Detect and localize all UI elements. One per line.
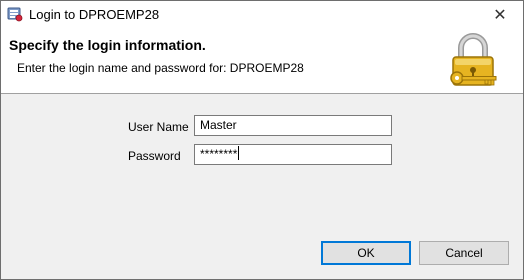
title-bar[interactable]: Login to DPROEMP28 ✕: [1, 1, 523, 29]
header-title: Specify the login information.: [9, 37, 206, 53]
dialog-header: Specify the login information. Enter the…: [1, 29, 523, 94]
text-caret: [238, 146, 240, 160]
password-field[interactable]: ********: [194, 144, 392, 165]
window-title: Login to DPROEMP28: [29, 7, 160, 22]
username-label: User Name: [128, 120, 189, 134]
ok-button[interactable]: OK: [321, 241, 411, 265]
dialog-body: User Name Master Password ******** OK Ca…: [1, 94, 523, 279]
password-label: Password: [128, 149, 181, 163]
cancel-button[interactable]: Cancel: [419, 241, 509, 265]
password-value: ********: [200, 147, 238, 161]
username-field[interactable]: Master: [194, 115, 392, 136]
header-subtitle: Enter the login name and password for: D…: [17, 61, 304, 75]
close-icon: ✕: [493, 7, 507, 24]
login-dialog: Login to DPROEMP28 ✕ Specify the login i…: [0, 0, 524, 280]
close-button[interactable]: ✕: [477, 1, 523, 29]
database-app-icon: [7, 7, 23, 22]
username-value: Master: [200, 118, 237, 132]
padlock-with-key-icon: [450, 33, 497, 86]
